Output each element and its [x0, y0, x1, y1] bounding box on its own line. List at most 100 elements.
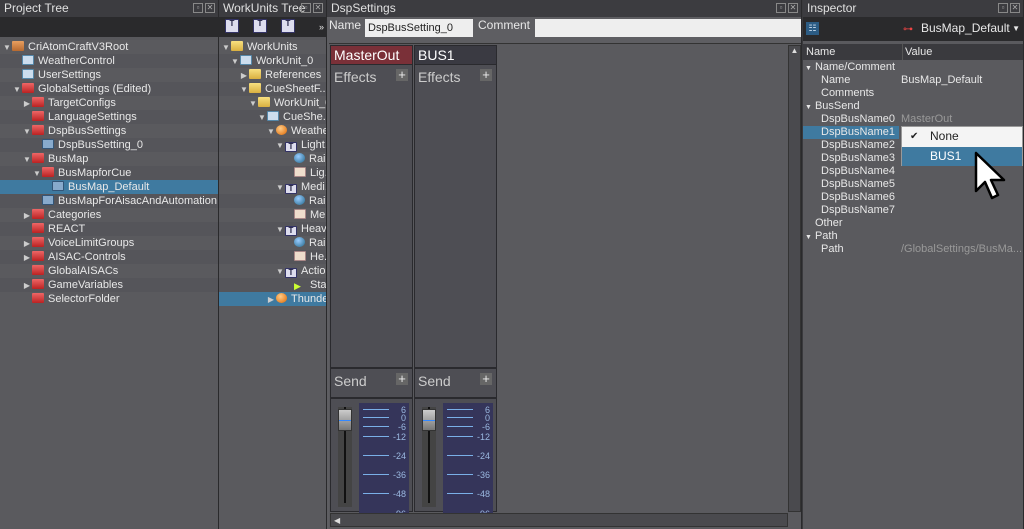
tree-item[interactable]: Rai... [219, 236, 326, 250]
tree-item[interactable]: ▼ DspBusSettings [0, 124, 218, 138]
vertical-scrollbar[interactable]: ▲ [788, 45, 801, 512]
tree-item[interactable]: ▼ GlobalSettings (Edited) [0, 82, 218, 96]
expand-toggle-icon[interactable]: ▼ [32, 167, 42, 180]
property-row[interactable]: DspBusName7 [803, 204, 1023, 217]
close-icon[interactable]: ✕ [788, 3, 798, 13]
bus-name[interactable]: MasterOut [331, 46, 412, 64]
property-value[interactable]: BusMap_Default [901, 74, 982, 87]
expand-toggle-icon[interactable]: ▶ [266, 293, 276, 306]
add-send-button[interactable]: + [396, 372, 408, 385]
property-value[interactable]: MasterOut [901, 113, 952, 126]
expand-toggle-icon[interactable]: ▼ [22, 125, 32, 138]
tree-item[interactable]: BusMapForAisacAndAutomation [0, 194, 218, 208]
tree-item[interactable]: ▼ CueShe... [219, 110, 326, 124]
float-icon[interactable]: ▫ [301, 3, 311, 13]
property-row[interactable]: Comments [803, 87, 1023, 100]
tree-item[interactable]: ▶ VoiceLimitGroups [0, 236, 218, 250]
tree-item[interactable]: DspBusSetting_0 [0, 138, 218, 152]
tree-item[interactable]: GlobalAISACs [0, 264, 218, 278]
close-icon[interactable]: ✕ [313, 3, 323, 13]
add-effect-button[interactable]: + [480, 68, 492, 81]
close-icon[interactable]: ✕ [1010, 3, 1020, 13]
property-row[interactable]: ▼ Name/Comment [803, 61, 1023, 74]
add-track-icon[interactable]: T [253, 19, 267, 33]
tree-item[interactable]: ▼ Weather [219, 124, 326, 138]
add-track-icon[interactable]: T [225, 19, 239, 33]
property-grid-icon[interactable]: ☷ [806, 22, 819, 35]
tree-item[interactable]: WeatherControl [0, 54, 218, 68]
tree-item[interactable]: ▶ AISAC-Controls [0, 250, 218, 264]
tree-item[interactable]: Lig... [219, 166, 326, 180]
tree-item[interactable]: ▼ CriAtomCraftV3Root [0, 40, 218, 54]
expand-toggle-icon[interactable]: ▼ [275, 139, 285, 152]
tree-item[interactable]: ▼ BusMapforCue [0, 166, 218, 180]
expand-toggle-icon[interactable]: ▼ [22, 153, 32, 166]
expand-toggle-icon[interactable]: ▼ [221, 41, 231, 54]
tree-item[interactable]: ▶ Categories [0, 208, 218, 222]
tree-item[interactable]: ▼ CueSheetF... [219, 82, 326, 96]
expand-toggle-icon[interactable]: ▼ [275, 181, 285, 194]
tree-item[interactable]: BusMap_Default [0, 180, 218, 194]
expand-toggle-icon[interactable]: ▼ [275, 223, 285, 236]
tree-item[interactable]: SelectorFolder [0, 292, 218, 306]
tree-item[interactable]: ▶ GameVariables [0, 278, 218, 292]
expand-toggle-icon[interactable]: ▶ [22, 251, 32, 264]
float-icon[interactable]: ▫ [998, 3, 1008, 13]
property-value[interactable]: /GlobalSettings/BusMa... [901, 243, 1022, 256]
property-row[interactable]: ▼ Path [803, 230, 1023, 243]
column-value[interactable]: Value [902, 44, 932, 60]
tree-item[interactable]: ▶ Start [219, 278, 326, 292]
expand-toggle-icon[interactable]: ▼ [2, 41, 12, 54]
tree-item[interactable]: He... [219, 250, 326, 264]
expand-toggle-icon[interactable]: ▼ [239, 83, 249, 96]
expand-toggle-icon[interactable]: ▶ [22, 237, 32, 250]
tree-item[interactable]: ▼T Heav... [219, 222, 326, 236]
tree-item[interactable]: Rai... [219, 194, 326, 208]
fader-track[interactable] [338, 407, 352, 507]
property-row[interactable]: Path/GlobalSettings/BusMa... [803, 243, 1023, 256]
expand-toggle-icon[interactable]: ▶ [22, 97, 32, 110]
tree-item[interactable]: ▼ BusMap [0, 152, 218, 166]
toolbar-overflow[interactable]: » [319, 22, 324, 32]
tree-item[interactable]: ▼ WorkUnit_0 [219, 54, 326, 68]
property-row[interactable]: DspBusName0 MasterOut [803, 113, 1023, 126]
float-icon[interactable]: ▫ [193, 3, 203, 13]
chevron-down-icon[interactable]: ▼ [1012, 24, 1020, 33]
column-name[interactable]: Name [806, 44, 835, 60]
collapse-arrow-icon[interactable]: ▼ [805, 65, 812, 72]
tree-item[interactable]: ▼T Light... [219, 138, 326, 152]
collapse-arrow-icon[interactable]: ▼ [805, 234, 812, 241]
fader-handle[interactable] [338, 409, 352, 431]
expand-toggle-icon[interactable]: ▶ [239, 69, 249, 82]
tree-item[interactable]: Me... [219, 208, 326, 222]
close-icon[interactable]: ✕ [205, 3, 215, 13]
dropdown-option-none[interactable]: ✔ None [902, 127, 1022, 147]
expand-toggle-icon[interactable]: ▶ [22, 209, 32, 222]
bus-name[interactable]: BUS1 [415, 46, 496, 64]
tree-item[interactable]: REACT [0, 222, 218, 236]
expand-toggle-icon[interactable]: ▼ [275, 265, 285, 278]
fader-track[interactable] [422, 407, 436, 507]
tree-item[interactable]: ▼ WorkUnits [219, 40, 326, 54]
name-input[interactable]: DspBusSetting_0 [365, 19, 473, 37]
tree-item[interactable]: Rai... [219, 152, 326, 166]
tree-item[interactable]: LanguageSettings [0, 110, 218, 124]
expand-toggle-icon[interactable]: ▼ [266, 125, 276, 138]
expand-toggle-icon[interactable]: ▼ [248, 97, 258, 110]
property-row[interactable]: Name BusMap_Default [803, 74, 1023, 87]
tree-item[interactable]: ▶ Thunder [219, 292, 326, 306]
tree-item[interactable]: ▶ TargetConfigs [0, 96, 218, 110]
add-track-icon[interactable]: T [281, 19, 295, 33]
add-effect-button[interactable]: + [396, 68, 408, 81]
horizontal-scrollbar[interactable]: ◀ [330, 513, 788, 527]
expand-toggle-icon[interactable]: ▶ [22, 279, 32, 292]
property-row[interactable]: ▼ BusSend [803, 100, 1023, 113]
tree-item[interactable]: ▼T Medi... [219, 180, 326, 194]
float-icon[interactable]: ▫ [776, 3, 786, 13]
tree-item[interactable]: ▼ WorkUnit_0 [219, 96, 326, 110]
expand-toggle-icon[interactable]: ▼ [12, 83, 22, 96]
expand-toggle-icon[interactable]: ▼ [230, 55, 240, 68]
tree-item[interactable]: UserSettings [0, 68, 218, 82]
collapse-arrow-icon[interactable]: ▼ [805, 104, 812, 111]
property-row[interactable]: Other [803, 217, 1023, 230]
